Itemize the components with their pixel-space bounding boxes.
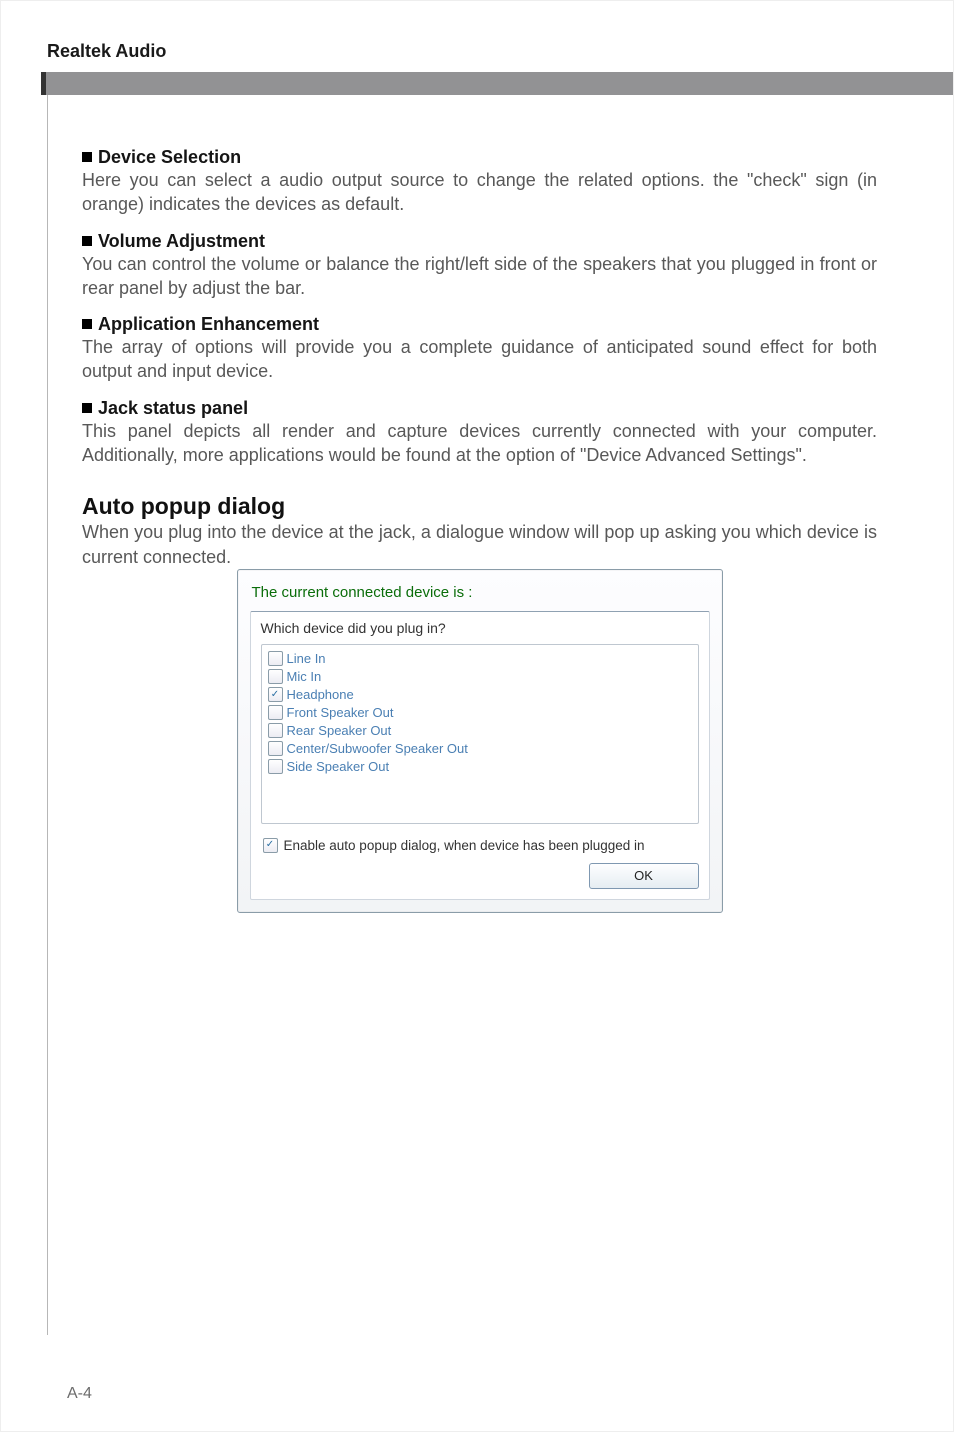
page-title: Realtek Audio [47,41,907,62]
section-title: Jack status panel [98,398,248,418]
section-heading-application-enhancement: Application Enhancement [82,314,877,335]
checkbox-icon[interactable] [268,759,283,774]
ok-button[interactable]: OK [589,863,699,889]
dialog-wrapper: The current connected device is : Which … [82,569,877,913]
dialog-button-row: OK [261,863,699,889]
device-listbox[interactable]: Line In Mic In ✓ Headphone Front Spe [261,644,699,824]
checkbox-icon[interactable] [268,651,283,666]
auto-popup-heading: Auto popup dialog [82,493,877,520]
section-title: Application Enhancement [98,314,319,334]
enable-auto-popup-row[interactable]: ✓ Enable auto popup dialog, when device … [263,838,697,853]
option-label: Front Speaker Out [287,705,394,720]
option-label: Side Speaker Out [287,759,390,774]
list-item[interactable]: Line In [268,650,692,668]
list-item[interactable]: Center/Subwoofer Speaker Out [268,740,692,758]
checkbox-icon[interactable] [268,723,283,738]
section-heading-device-selection: Device Selection [82,147,877,168]
checkbox-icon[interactable]: ✓ [268,687,283,702]
list-item[interactable]: Rear Speaker Out [268,722,692,740]
section-heading-volume-adjustment: Volume Adjustment [82,231,877,252]
bullet-icon [82,236,92,246]
device-dialog: The current connected device is : Which … [237,569,723,913]
option-label: Line In [287,651,326,666]
section-body: You can control the volume or balance th… [82,252,877,301]
header-bar [41,72,953,95]
checkbox-icon[interactable] [268,741,283,756]
option-label: Mic In [287,669,322,684]
list-item[interactable]: Front Speaker Out [268,704,692,722]
option-label: Headphone [287,687,354,702]
auto-popup-body: When you plug into the device at the jac… [82,520,877,569]
section-body: This panel depicts all render and captur… [82,419,877,468]
checkbox-icon[interactable]: ✓ [263,838,278,853]
bullet-icon [82,152,92,162]
content-area: Device Selection Here you can select a a… [47,95,907,1335]
enable-label: Enable auto popup dialog, when device ha… [284,838,645,853]
page-number: A-4 [67,1385,92,1403]
dialog-question: Which device did you plug in? [261,620,699,636]
section-body: The array of options will provide you a … [82,335,877,384]
section-heading-jack-status-panel: Jack status panel [82,398,877,419]
option-label: Center/Subwoofer Speaker Out [287,741,468,756]
list-item[interactable]: Mic In [268,668,692,686]
section-body: Here you can select a audio output sourc… [82,168,877,217]
section-title: Device Selection [98,147,241,167]
page-sheet: Realtek Audio Device Selection Here you … [0,0,954,1432]
dialog-title: The current connected device is : [250,580,710,611]
dialog-panel: Which device did you plug in? Line In Mi… [250,611,710,900]
bullet-icon [82,403,92,413]
checkbox-icon[interactable] [268,669,283,684]
list-item[interactable]: ✓ Headphone [268,686,692,704]
section-title: Volume Adjustment [98,231,265,251]
checkbox-icon[interactable] [268,705,283,720]
option-label: Rear Speaker Out [287,723,392,738]
list-item[interactable]: Side Speaker Out [268,758,692,776]
bullet-icon [82,319,92,329]
